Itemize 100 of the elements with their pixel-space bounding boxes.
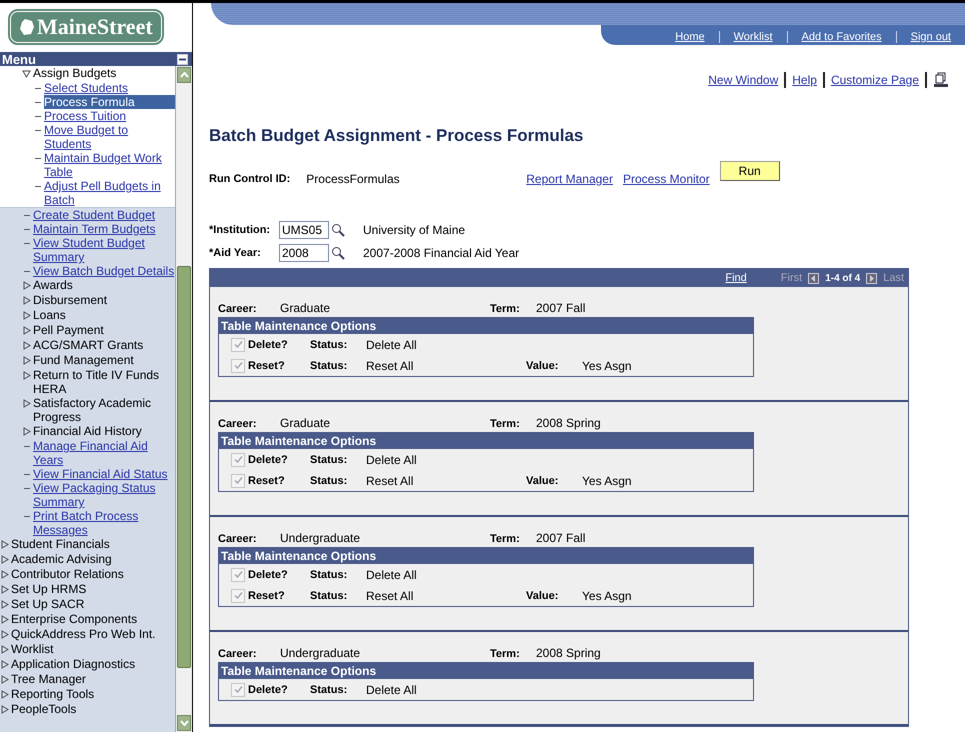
menu-link[interactable]: Select Students — [44, 81, 175, 95]
collapsed-triangle-icon[interactable] — [22, 399, 31, 408]
menu-link[interactable]: Process Formula — [44, 95, 175, 109]
nav-link[interactable]: Sign out — [896, 31, 965, 43]
collapsed-triangle-icon[interactable] — [22, 296, 31, 305]
collapsed-triangle-icon[interactable] — [22, 356, 31, 365]
menu-folder[interactable]: Application Diagnostics — [11, 657, 136, 672]
menu-folder[interactable]: Set Up SACR — [11, 597, 84, 612]
input-field[interactable]: 2008 — [279, 244, 329, 262]
collapsed-triangle-icon[interactable] — [0, 600, 9, 609]
search-icon[interactable] — [331, 222, 345, 236]
menu-link[interactable]: Manage Financial Aid Years — [33, 439, 175, 467]
menu-folder[interactable]: Financial Aid History — [33, 424, 142, 439]
collapsed-triangle-icon[interactable] — [0, 660, 9, 669]
field-value: ProcessFormulas — [306, 172, 401, 186]
collapse-icon[interactable] — [177, 54, 188, 64]
collapsed-triangle-icon[interactable] — [0, 615, 9, 624]
menu-link[interactable]: Process Tuition — [44, 109, 175, 123]
menu-folder[interactable]: Assign Budgets — [33, 66, 116, 81]
search-icon[interactable] — [331, 246, 345, 260]
collapsed-triangle-icon[interactable] — [0, 705, 9, 714]
expanded-triangle-icon[interactable] — [22, 69, 31, 78]
collapsed-triangle-icon[interactable] — [0, 570, 9, 579]
next-icon[interactable] — [866, 272, 878, 284]
menu-folder[interactable]: Contributor Relations — [11, 567, 124, 582]
dash-icon — [24, 474, 30, 475]
menu-folder[interactable]: Loans — [33, 308, 66, 323]
nav-link[interactable]: Add to Favorites — [786, 31, 896, 43]
collapsed-triangle-icon[interactable] — [0, 645, 9, 654]
field-value: Reset All — [366, 474, 414, 488]
collapsed-triangle-icon[interactable] — [0, 630, 9, 639]
menu-link[interactable]: Move Budget to Students — [44, 123, 175, 151]
menu-folder[interactable]: Enterprise Components — [11, 612, 138, 627]
dash-icon — [24, 229, 30, 230]
nav-link[interactable]: Worklist — [718, 31, 787, 43]
menu-folder[interactable]: Fund Management — [33, 353, 134, 368]
dash-icon — [35, 88, 41, 89]
menu-folder[interactable]: ACG/SMART Grants — [33, 338, 144, 353]
page-link[interactable]: New Window — [708, 73, 778, 87]
collapsed-triangle-icon[interactable] — [22, 341, 31, 350]
menu-folder[interactable]: Awards — [33, 278, 73, 293]
menu-link[interactable]: View Student Budget Summary — [33, 236, 175, 264]
page-link[interactable]: Customize Page — [830, 73, 919, 87]
menu-link[interactable]: Print Batch Process Messages — [33, 509, 175, 537]
field-value: Yes Asgn — [582, 474, 632, 488]
http-icon[interactable] — [933, 72, 949, 88]
collapsed-triangle-icon[interactable] — [22, 371, 31, 380]
field-label: Career: — [218, 303, 258, 315]
field-value: Yes Asgn — [582, 358, 632, 372]
collapsed-triangle-icon[interactable] — [0, 690, 9, 699]
menu-folder[interactable]: Student Financials — [11, 537, 110, 552]
collapsed-triangle-icon[interactable] — [22, 281, 31, 290]
field-label: Run Control ID: — [209, 173, 290, 185]
last-label: Last — [883, 272, 904, 284]
field-label: Career: — [218, 648, 258, 660]
collapsed-triangle-icon[interactable] — [0, 675, 9, 684]
nav-link[interactable]: Home — [661, 31, 719, 43]
collapsed-triangle-icon[interactable] — [0, 585, 9, 594]
menu-link[interactable]: View Financial Aid Status — [33, 467, 175, 481]
field-value: Graduate — [280, 301, 332, 315]
menu-folder[interactable]: PeopleTools — [11, 702, 76, 717]
menu-link[interactable]: Maintain Budget Work Table — [44, 151, 175, 179]
field-label: Term: — [490, 418, 521, 430]
menu-folder[interactable]: Set Up HRMS — [11, 582, 86, 597]
menu-folder[interactable]: Pell Payment — [33, 323, 104, 338]
process-link[interactable]: Report Manager — [526, 172, 613, 186]
dash-icon — [35, 116, 41, 117]
field-label: Status: — [310, 360, 348, 372]
menu-link[interactable]: Create Student Budget — [33, 208, 175, 222]
menu-folder[interactable]: Worklist — [11, 642, 54, 657]
dash-icon — [35, 130, 41, 131]
menu-folder[interactable]: Tree Manager — [11, 672, 86, 687]
collapsed-triangle-icon[interactable] — [22, 427, 31, 436]
menu-folder[interactable]: Disbursement — [33, 293, 108, 308]
collapsed-triangle-icon[interactable] — [22, 311, 31, 320]
collapsed-triangle-icon[interactable] — [0, 540, 9, 549]
menu-link[interactable]: Maintain Term Budgets — [33, 222, 175, 236]
menu-link[interactable]: View Batch Budget Details — [33, 264, 175, 278]
find-link[interactable]: Find — [725, 272, 747, 284]
field-value: Undergraduate — [280, 531, 362, 545]
menu-link[interactable]: View Packaging Status Summary — [33, 481, 175, 509]
menu-folder[interactable]: Reporting Tools — [11, 687, 94, 702]
input-field[interactable]: UMS05 — [279, 220, 329, 238]
page-link[interactable]: Help — [792, 73, 817, 87]
field-value: 2008 Spring — [536, 416, 601, 430]
process-link[interactable]: Process Monitor — [622, 172, 710, 186]
dash-icon — [35, 186, 41, 187]
collapsed-triangle-icon[interactable] — [0, 555, 9, 564]
run-button[interactable]: Run — [720, 161, 780, 181]
menu-folder[interactable]: Satisfactory Academic Progress — [33, 396, 175, 424]
menu-folder[interactable]: Academic Advising — [11, 552, 112, 567]
menu-link[interactable]: Adjust Pell Budgets in Batch — [44, 179, 175, 207]
menu-folder[interactable]: QuickAddress Pro Web Int. — [11, 627, 156, 642]
collapsed-triangle-icon[interactable] — [22, 326, 31, 335]
checkbox-label: Delete? — [248, 454, 289, 466]
field-label: Term: — [490, 303, 521, 315]
menu-folder[interactable]: Return to Title IV Funds HERA — [33, 368, 175, 396]
field-label: Status: — [310, 454, 348, 466]
field-label: Value: — [526, 360, 560, 372]
previous-icon[interactable] — [808, 272, 820, 284]
